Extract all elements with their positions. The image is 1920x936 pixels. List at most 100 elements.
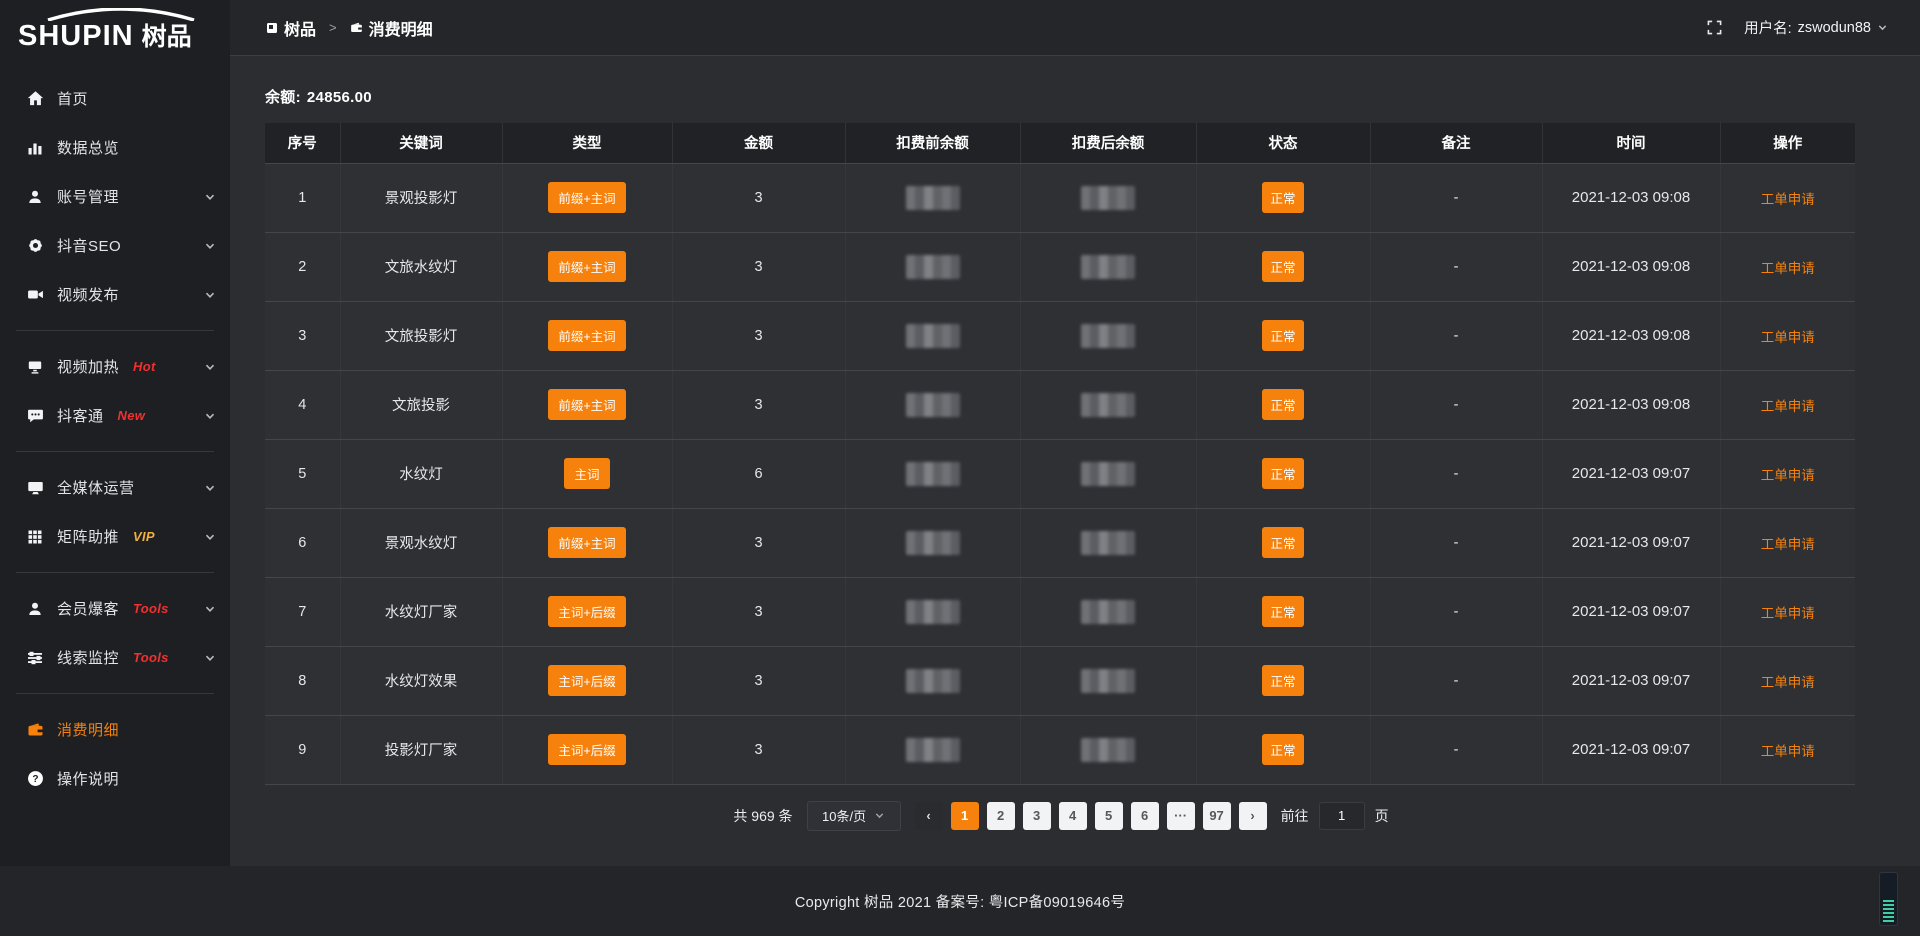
cell-remark: - [1370,163,1542,232]
sidebar-item-label: 消费明细 [57,719,119,740]
fullscreen-icon[interactable] [1707,20,1722,35]
cell-type: 主词 [502,439,672,508]
sidebar-item-douyin-seo[interactable]: 抖音SEO [0,221,230,270]
sidebar-item-instructions[interactable]: ? 操作说明 [0,754,230,803]
sidebar-item-consumption-details[interactable]: 消费明细 [0,705,230,754]
type-badge: 前缀+主词 [548,182,625,213]
breadcrumb-item-root[interactable]: 树品 [266,16,316,40]
column-header: 关键词 [340,123,502,163]
sidebar-item-home[interactable]: 首页 [0,74,230,123]
work-order-link[interactable]: 工单申请 [1761,675,1815,690]
cell-index: 5 [265,439,340,508]
page-button[interactable]: 6 [1131,802,1159,830]
redacted-value [1081,462,1135,486]
page-button[interactable]: 3 [1023,802,1051,830]
sidebar-item-member-burst[interactable]: 会员爆客 Tools [0,584,230,633]
page-button[interactable]: 5 [1095,802,1123,830]
sidebar-item-account-mgmt[interactable]: 账号管理 [0,172,230,221]
screen-icon [26,358,44,376]
cell-keyword: 景观投影灯 [340,163,502,232]
sidebar-item-data-overview[interactable]: 数据总览 [0,123,230,172]
redacted-value [906,324,960,348]
redacted-value [906,393,960,417]
table-row: 1 景观投影灯 前缀+主词 3 正常 - 2021-12-03 09:08 工单… [265,163,1855,232]
cell-keyword: 水纹灯厂家 [340,577,502,646]
cell-keyword: 文旅水纹灯 [340,232,502,301]
work-order-link[interactable]: 工单申请 [1761,261,1815,276]
sidebar-item-matrix-boost[interactable]: 矩阵助推 VIP [0,512,230,561]
cell-balance-after [1020,439,1196,508]
more-pages-button[interactable]: ··· [1167,802,1195,830]
sidebar-item-label: 抖客通 [57,405,104,426]
cell-action: 工单申请 [1720,370,1855,439]
divider [16,572,214,573]
page-button[interactable]: 1 [951,802,979,830]
prev-page-button[interactable]: ‹ [915,802,943,830]
cell-action: 工单申请 [1720,301,1855,370]
page-button[interactable]: 4 [1059,802,1087,830]
app-logo: SHUPIN 树品 [0,0,230,64]
cell-balance-before [845,646,1020,715]
page-button[interactable]: 97 [1203,802,1231,830]
page-buttons: ‹ 123456 ··· 97 › [915,802,1267,830]
work-order-link[interactable]: 工单申请 [1761,537,1815,552]
type-badge: 主词+后缀 [548,734,625,765]
cell-remark: - [1370,301,1542,370]
chevron-down-icon [204,289,216,301]
cell-balance-before [845,508,1020,577]
cell-status: 正常 [1196,370,1370,439]
chevron-down-icon [204,410,216,422]
sidebar-item-doukewtong[interactable]: 抖客通 New [0,391,230,440]
cell-amount: 3 [672,646,845,715]
goto-page-input[interactable] [1319,802,1365,830]
redacted-value [906,255,960,279]
page-button[interactable]: 2 [987,802,1015,830]
floating-widget[interactable] [1879,872,1898,926]
cell-status: 正常 [1196,577,1370,646]
table-row: 7 水纹灯厂家 主词+后缀 3 正常 - 2021-12-03 09:07 工单… [265,577,1855,646]
user-menu[interactable]: 用户名: zswodun88 [1744,17,1888,38]
sidebar-item-video-publish[interactable]: 视频发布 [0,270,230,319]
breadcrumb-label: 树品 [284,16,316,40]
cell-action: 工单申请 [1720,577,1855,646]
work-order-link[interactable]: 工单申请 [1761,192,1815,207]
sidebar: SHUPIN 树品 首页 数据总览 账号管理 [0,0,230,866]
monitor-icon [26,479,44,497]
cell-type: 前缀+主词 [502,508,672,577]
bar-chart-icon [26,139,44,157]
sidebar-item-lead-monitor[interactable]: 线索监控 Tools [0,633,230,682]
cell-amount: 3 [672,715,845,784]
sidebar-item-label: 全媒体运营 [57,477,135,498]
cell-time: 2021-12-03 09:08 [1542,301,1720,370]
work-order-link[interactable]: 工单申请 [1761,468,1815,483]
sidebar-item-label: 数据总览 [57,137,119,158]
work-order-link[interactable]: 工单申请 [1761,399,1815,414]
redacted-value [906,186,960,210]
chevron-down-icon [204,240,216,252]
panel-icon [266,22,278,34]
chat-bubble-icon [26,407,44,425]
work-order-link[interactable]: 工单申请 [1761,744,1815,759]
work-order-link[interactable]: 工单申请 [1761,330,1815,345]
cell-type: 主词+后缀 [502,577,672,646]
sliders-icon [26,649,44,667]
cell-action: 工单申请 [1720,439,1855,508]
cell-action: 工单申请 [1720,715,1855,784]
status-badge: 正常 [1262,596,1303,627]
page-size-select[interactable]: 10条/页 [807,801,901,831]
column-header: 操作 [1720,123,1855,163]
work-order-link[interactable]: 工单申请 [1761,606,1815,621]
tools-badge: Tools [133,650,169,665]
sidebar-item-video-heat[interactable]: 视频加热 Hot [0,342,230,391]
table-row: 8 水纹灯效果 主词+后缀 3 正常 - 2021-12-03 09:07 工单… [265,646,1855,715]
table-row: 2 文旅水纹灯 前缀+主词 3 正常 - 2021-12-03 09:08 工单… [265,232,1855,301]
home-icon [26,90,44,108]
redacted-value [1081,255,1135,279]
next-page-button[interactable]: › [1239,802,1267,830]
type-badge: 前缀+主词 [548,251,625,282]
goto-unit: 页 [1375,806,1389,826]
wallet-icon [350,21,363,34]
cell-status: 正常 [1196,439,1370,508]
redacted-value [1081,186,1135,210]
sidebar-item-all-media[interactable]: 全媒体运营 [0,463,230,512]
